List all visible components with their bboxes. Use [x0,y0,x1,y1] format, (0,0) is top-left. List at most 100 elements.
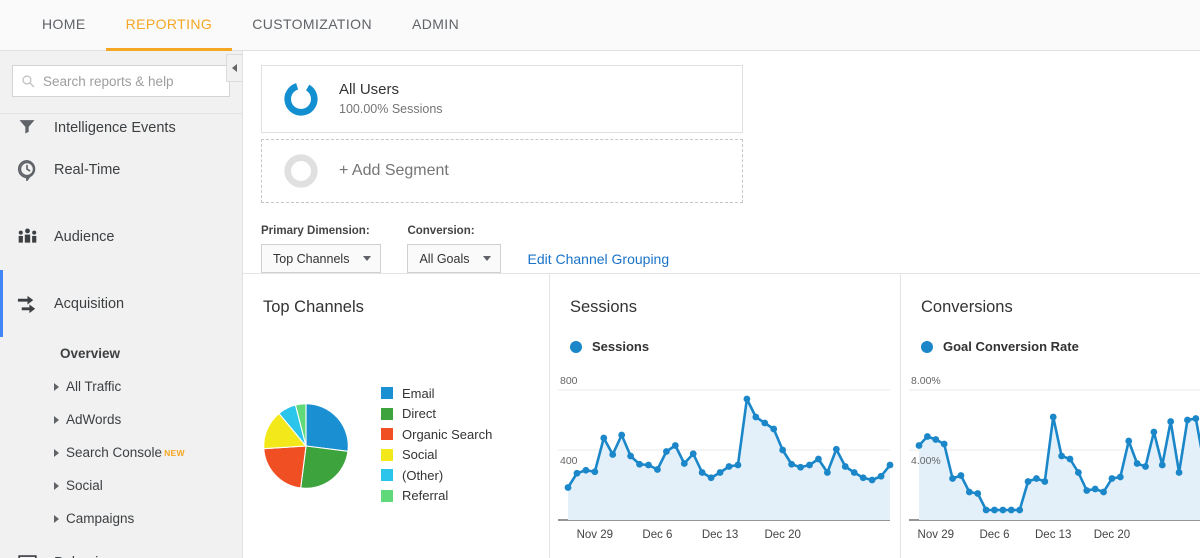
legend-swatch [381,428,393,441]
pie-legend-item[interactable]: Direct [381,404,492,425]
sidebar-subitem-search-console[interactable]: Search Console NEW [0,436,242,469]
sidebar: Intelligence Events Real-Time [0,51,243,558]
pie-legend-item[interactable]: Email [381,383,492,404]
sidebar-collapse-button[interactable] [226,54,242,82]
pie-legend-item[interactable]: Social [381,445,492,466]
people-icon [14,225,40,248]
primary-dimension-dropdown[interactable]: Top Channels [261,244,382,273]
sessions-legend-label: Sessions [592,339,650,354]
segment-subtitle: 100.00% Sessions [339,101,443,116]
pie-legend-item[interactable]: Organic Search [381,424,492,445]
panel-title-top-channels: Top Channels [263,298,364,316]
svg-text:800: 800 [560,375,578,387]
svg-text:Dec 20: Dec 20 [1094,529,1130,541]
sidebar-subitem-label: Overview [60,346,121,361]
sidebar-subitem-social[interactable]: Social [0,469,242,502]
top-channels-pie-chart [263,403,349,489]
collapse-left-icon [232,64,237,72]
svg-text:Dec 13: Dec 13 [1035,529,1071,541]
svg-text:4.00%: 4.00% [911,455,941,467]
pie-legend-item[interactable]: (Other) [381,465,492,486]
conversions-line-chart: 4.00% 8.00% Nov 29 Dec 6 Dec 13 Dec 20 [909,375,1200,541]
legend-label: (Other) [402,467,444,483]
sidebar-item-behavior[interactable]: Behavior [0,535,242,558]
sidebar-item-acquisition[interactable]: Acquisition [0,270,242,337]
legend-label: Organic Search [402,426,493,442]
conversion-label: Conversion: [407,225,475,237]
segment-title: All Users [339,81,400,99]
sidebar-subitem-label: Social [66,478,103,493]
search-icon [21,74,35,88]
dimension-controls: Primary Dimension: Top Channels Conversi… [243,203,1200,273]
sidebar-nav-list: Intelligence Events Real-Time Audience A… [0,114,242,558]
sidebar-item-audience[interactable]: Audience [0,203,242,270]
legend-swatch [381,469,393,482]
svg-text:Dec 6: Dec 6 [979,529,1009,541]
legend-label: Direct [402,406,436,422]
legend-label: Social [402,447,438,463]
segment-donut-icon [284,82,318,116]
sidebar-subitem-label: Search Console [66,445,163,460]
sessions-panel: Sessions Sessions 400 800 Nov 29 Dec 6 Dec 1… [549,274,900,558]
svg-text:400: 400 [560,455,578,467]
chevron-down-icon [363,256,372,261]
conversions-legend-label: Goal Conversion Rate [943,339,1079,354]
topnav-item-admin[interactable]: ADMIN [392,0,479,51]
topnav-item-home[interactable]: HOME [22,0,106,51]
sidebar-item-label: Intelligence Events [54,120,176,136]
legend-label: Email [402,385,435,401]
report-panels: Top Channels Email Direct Organic Search So… [243,273,1200,558]
segment-all-users[interactable]: All Users 100.00% Sessions [261,65,743,133]
primary-dimension-label: Primary Dimension: [261,225,370,237]
sidebar-subitem-label: AdWords [66,412,122,427]
svg-text:Nov 29: Nov 29 [577,529,613,541]
arrows-icon [14,292,40,315]
top-channels-panel: Top Channels Email Direct Organic Search So… [243,274,549,558]
conversion-dropdown[interactable]: All Goals [407,244,502,273]
topnav-item-customization[interactable]: CUSTOMIZATION [232,0,392,51]
svg-text:Dec 20: Dec 20 [764,529,800,541]
clock-icon [14,159,40,181]
sidebar-subitem-all-traffic[interactable]: All Traffic [0,370,242,403]
sidebar-item-intelligence-events[interactable]: Intelligence Events [0,114,242,136]
sidebar-subitem-label: All Traffic [66,379,122,394]
add-segment-donut-icon [284,154,318,188]
top-navigation: HOME REPORTING CUSTOMIZATION ADMIN [0,0,1200,51]
legend-swatch [381,489,393,502]
add-segment-button[interactable]: + Add Segment [261,139,743,203]
primary-dimension-group: Primary Dimension: Top Channels [261,225,382,273]
svg-text:8.00%: 8.00% [911,375,941,387]
add-segment-label: + Add Segment [339,162,449,179]
pie-legend-item[interactable]: Referral [381,486,492,507]
primary-dimension-value: Top Channels [273,251,350,266]
conversion-group: Conversion: All Goals [407,225,502,273]
sidebar-item-label: Audience [54,228,115,245]
app-shell: Intelligence Events Real-Time [0,51,1200,558]
conversions-legend-dot [921,340,933,353]
sidebar-subitem-adwords[interactable]: AdWords [0,403,242,436]
sidebar-item-label: Acquisition [54,295,125,312]
pie-legend: Email Direct Organic Search Social (Other) Re… [381,383,492,506]
search-input[interactable] [43,73,221,89]
segment-area: All Users 100.00% Sessions + Add Segment [243,51,1200,203]
sidebar-subitem-overview[interactable]: Overview [0,337,242,370]
search-box[interactable] [12,65,230,97]
sidebar-subitem-campaigns[interactable]: Campaigns [0,502,242,535]
panel-title-sessions: Sessions [570,298,637,316]
svg-text:Dec 6: Dec 6 [642,529,672,541]
legend-swatch [381,448,393,461]
svg-text:Dec 13: Dec 13 [702,529,738,541]
topnav-item-reporting[interactable]: REPORTING [105,0,233,51]
conversions-legend: Goal Conversion Rate [901,339,1200,354]
sidebar-search-area [0,51,242,114]
sidebar-item-label: Real-Time [54,161,121,178]
edit-channel-grouping-link[interactable]: Edit Channel Grouping [527,251,669,273]
funnel-icon [14,116,40,136]
conversion-value: All Goals [419,251,470,266]
sidebar-item-real-time[interactable]: Real-Time [0,136,242,203]
sidebar-subitem-label: Campaigns [66,511,135,526]
legend-swatch [381,387,393,400]
layout-icon [14,553,40,558]
legend-label: Referral [402,488,449,504]
chevron-down-icon [483,256,492,261]
